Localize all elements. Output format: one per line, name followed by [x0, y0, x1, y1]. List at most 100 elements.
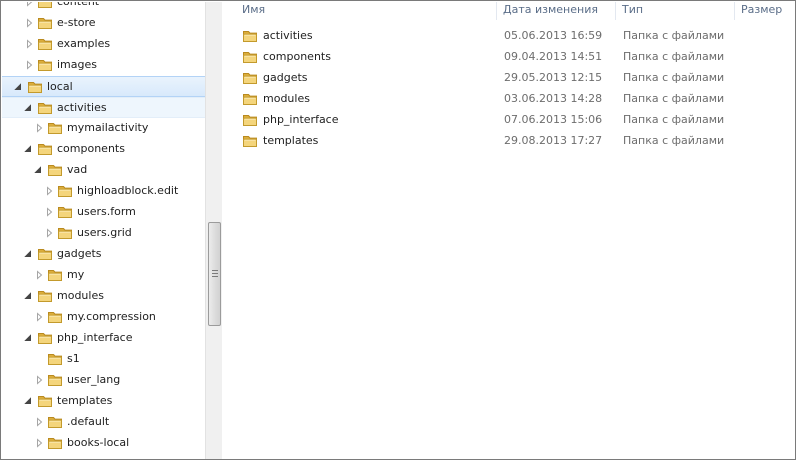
file-type: Папка с файлами: [623, 113, 725, 126]
file-type: Папка с файлами: [623, 29, 725, 42]
folder-icon: [37, 57, 53, 73]
tree-item-label: gadgets: [57, 247, 102, 260]
triangle-expanded-icon[interactable]: [24, 144, 32, 154]
tree-item-label: templates: [57, 394, 113, 407]
navigation-tree[interactable]: content e-store examples images local ac…: [2, 2, 205, 459]
tree-item-label: activities: [57, 101, 107, 114]
folder-icon: [242, 28, 258, 44]
tree-item[interactable]: my.compression: [2, 307, 205, 328]
tree-item[interactable]: gadgets: [2, 244, 205, 265]
triangle-expanded-icon[interactable]: [24, 333, 32, 343]
column-header-name[interactable]: Имя: [236, 2, 496, 20]
tree-item[interactable]: php_interface: [2, 328, 205, 349]
tree-item[interactable]: vad: [2, 160, 205, 181]
tree-item-label: images: [57, 58, 97, 71]
file-name: modules: [263, 92, 310, 105]
tree-item-label: content: [57, 2, 99, 9]
tree-item-label: books-local: [67, 436, 130, 449]
file-row[interactable]: modules 03.06.2013 14:28 Папка с файлами: [223, 89, 795, 110]
triangle-collapsed-icon[interactable]: [36, 417, 44, 427]
triangle-collapsed-icon[interactable]: [46, 186, 54, 196]
file-row[interactable]: components 09.04.2013 14:51 Папка с файлам…: [223, 47, 795, 68]
tree-item[interactable]: s1: [2, 349, 205, 370]
file-name: gadgets: [263, 71, 308, 84]
tree-item-label: my: [67, 268, 85, 281]
folder-icon: [37, 246, 53, 262]
triangle-expanded-icon[interactable]: [34, 165, 42, 175]
tree-item-label: s1: [67, 352, 80, 365]
tree-item[interactable]: images: [2, 55, 205, 76]
file-name: activities: [263, 29, 313, 42]
folder-icon: [242, 70, 258, 86]
triangle-expanded-icon[interactable]: [24, 396, 32, 406]
folder-icon: [47, 372, 63, 388]
tree-item[interactable]: my: [2, 265, 205, 286]
tree-item[interactable]: local: [2, 76, 205, 97]
triangle-collapsed-icon[interactable]: [36, 312, 44, 322]
tree-item[interactable]: mymailactivity: [2, 118, 205, 139]
tree-item[interactable]: components: [2, 139, 205, 160]
file-type: Папка с файлами: [623, 71, 725, 84]
triangle-collapsed-icon[interactable]: [46, 207, 54, 217]
triangle-collapsed-icon[interactable]: [36, 438, 44, 448]
tree-item[interactable]: content: [2, 2, 205, 13]
tree-item-label: vad: [67, 163, 88, 176]
triangle-collapsed-icon[interactable]: [36, 270, 44, 280]
tree-item[interactable]: examples: [2, 34, 205, 55]
column-header-type[interactable]: Тип: [616, 2, 734, 20]
file-row[interactable]: activities 05.06.2013 16:59 Папка с файлам…: [223, 26, 795, 47]
file-name: templates: [263, 134, 319, 147]
file-date: 09.04.2013 14:51: [504, 50, 603, 63]
folder-icon: [47, 435, 63, 451]
triangle-collapsed-icon[interactable]: [26, 39, 34, 49]
tree-item-label: user_lang: [67, 373, 121, 386]
triangle-collapsed-icon[interactable]: [26, 2, 34, 7]
tree-item-label: modules: [57, 289, 104, 302]
tree-item-label: .default: [67, 415, 110, 428]
tree-scrollbar[interactable]: [205, 2, 222, 459]
column-header-size[interactable]: Размер: [735, 2, 795, 20]
triangle-expanded-icon[interactable]: [24, 249, 32, 259]
triangle-collapsed-icon[interactable]: [36, 123, 44, 133]
tree-item[interactable]: users.grid: [2, 223, 205, 244]
tree-item[interactable]: books-local: [2, 433, 205, 454]
tree-item[interactable]: templates: [2, 391, 205, 412]
folder-icon: [57, 183, 73, 199]
triangle-expanded-icon[interactable]: [14, 82, 22, 92]
triangle-collapsed-icon[interactable]: [26, 60, 34, 70]
folder-icon: [27, 79, 43, 95]
tree-item[interactable]: .default: [2, 412, 205, 433]
file-type: Папка с файлами: [623, 134, 725, 147]
triangle-collapsed-icon[interactable]: [26, 18, 34, 28]
column-header-date[interactable]: Дата изменения: [497, 2, 615, 20]
scrollbar-thumb[interactable]: [208, 222, 221, 326]
tree-item-label: e-store: [57, 16, 96, 29]
triangle-collapsed-icon[interactable]: [46, 228, 54, 238]
file-row[interactable]: templates 29.08.2013 17:27 Папка с файлами: [223, 131, 795, 152]
file-type: Папка с файлами: [623, 50, 725, 63]
file-row[interactable]: gadgets 29.05.2013 12:15 Папка с файлами: [223, 68, 795, 89]
tree-item[interactable]: user_lang: [2, 370, 205, 391]
folder-icon: [37, 100, 53, 116]
tree-item[interactable]: activities: [2, 97, 205, 118]
column-header-bar: Имя Дата изменения Тип Размер: [223, 2, 795, 20]
triangle-expanded-icon[interactable]: [24, 291, 32, 301]
folder-icon: [37, 141, 53, 157]
tree-item-label: my.compression: [67, 310, 156, 323]
folder-icon: [47, 309, 63, 325]
triangle-expanded-icon[interactable]: [24, 103, 32, 113]
tree-item[interactable]: users.form: [2, 202, 205, 223]
triangle-collapsed-icon[interactable]: [36, 375, 44, 385]
tree-item-label: components: [57, 142, 125, 155]
folder-icon: [242, 91, 258, 107]
tree-item[interactable]: e-store: [2, 13, 205, 34]
explorer-window: content e-store examples images local ac…: [0, 0, 796, 460]
scrollbar-grip-icon: [212, 270, 218, 278]
folder-icon: [37, 36, 53, 52]
folder-icon: [37, 15, 53, 31]
tree-item[interactable]: modules: [2, 286, 205, 307]
file-row[interactable]: php_interface 07.06.2013 15:06 Папка с фай…: [223, 110, 795, 131]
tree-item-label: mymailactivity: [67, 121, 149, 134]
folder-icon: [47, 267, 63, 283]
tree-item[interactable]: highloadblock.edit: [2, 181, 205, 202]
